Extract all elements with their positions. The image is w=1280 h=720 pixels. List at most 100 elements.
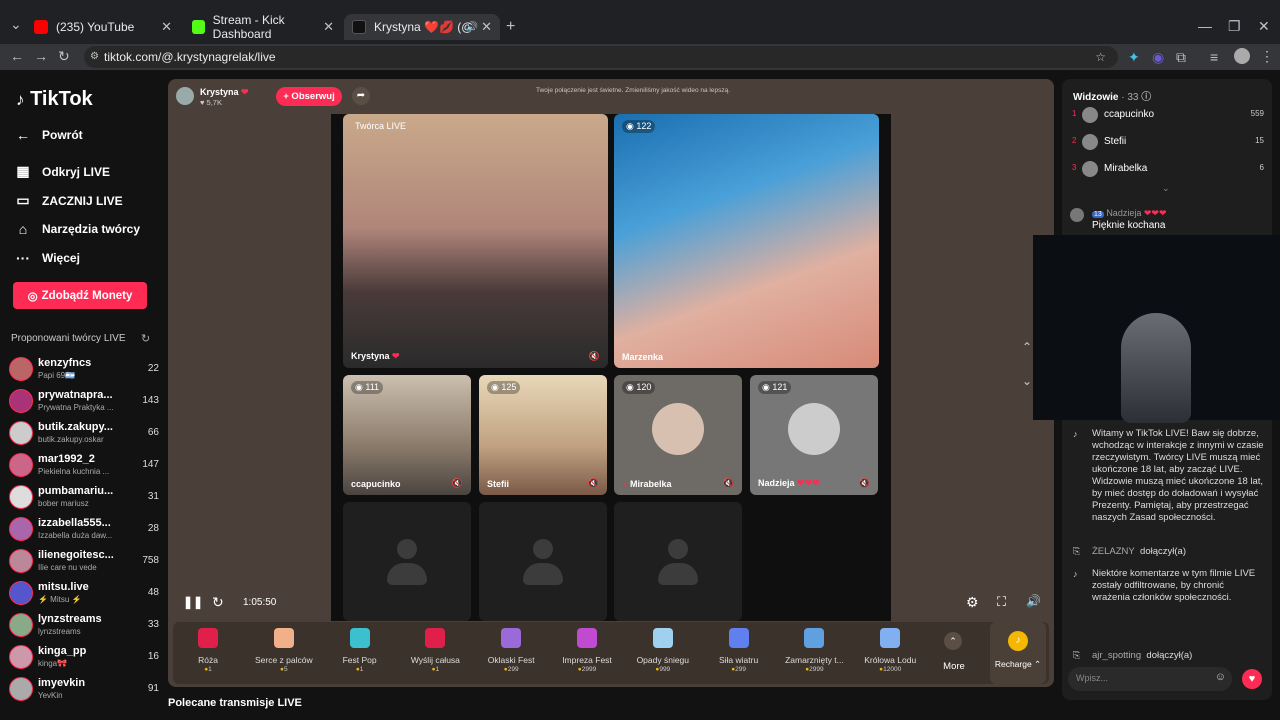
count-text: 120 bbox=[636, 382, 652, 392]
bookmark-star-icon[interactable]: ☆ bbox=[1095, 46, 1106, 68]
connection-notice: Twoje połączenie jest świetne. Zmieniliś… bbox=[536, 87, 731, 94]
extensions-puzzle-icon[interactable]: ⧉ bbox=[1176, 49, 1186, 65]
chevron-down-icon[interactable]: ⌄ bbox=[1022, 374, 1032, 388]
chat-input[interactable]: Wpisz... ☺ bbox=[1068, 667, 1232, 691]
new-tab-icon[interactable]: + bbox=[506, 19, 515, 35]
nav-start-live[interactable]: ▭ ZACZNIJ LIVE bbox=[16, 192, 122, 209]
profile-avatar[interactable] bbox=[1234, 48, 1250, 64]
suggested-creator[interactable]: mitsu.live ⚡ Mitsu ⚡ 48 bbox=[9, 579, 159, 607]
host-video-tile[interactable]: Twórca LIVE Krystyna ❤ 🔇 bbox=[343, 114, 608, 368]
tab-kick[interactable]: Stream - Kick Dashboard ✕ bbox=[184, 13, 342, 41]
media-icon[interactable]: ≡ bbox=[1210, 49, 1218, 65]
gift-item[interactable]: Siła wiatru ●299 bbox=[701, 628, 777, 673]
replay-icon[interactable]: ↻ bbox=[212, 594, 224, 611]
join-username[interactable]: ajr_spotting bbox=[1092, 650, 1141, 661]
host-avatar[interactable] bbox=[176, 87, 194, 105]
gift-item[interactable]: Opady śniegu ●999 bbox=[625, 628, 701, 673]
guest-count: ◉ 125 bbox=[487, 381, 521, 394]
info-icon[interactable]: ⓘ bbox=[1141, 92, 1151, 103]
address-bar: ← → ↻ ⚙ tiktok.com/@.krystynagrelak/live… bbox=[0, 44, 1280, 70]
gift-item[interactable]: Królowa Lodu ●12000 bbox=[852, 628, 928, 673]
close-window-icon[interactable]: ✕ bbox=[1258, 18, 1270, 34]
guest-video-tile[interactable]: ◉ 125 Stefii 🔇 bbox=[479, 375, 607, 495]
tab-tiktok[interactable]: Krystyna ❤️💋 (@kryst 🔊 ✕ bbox=[344, 14, 500, 40]
suggested-creator[interactable]: izzabella555... Izzabella duża daw... 28 bbox=[9, 515, 159, 543]
minimize-icon[interactable]: — bbox=[1198, 18, 1212, 34]
gift-item[interactable]: Oklaski Fest ●299 bbox=[473, 628, 549, 673]
site-info-icon[interactable]: ⚙ bbox=[90, 46, 99, 68]
restore-icon[interactable]: ❐ bbox=[1228, 18, 1241, 34]
back-link[interactable]: ← Powrót bbox=[16, 127, 83, 143]
host-name[interactable]: Krystyna ❤ bbox=[200, 87, 249, 98]
creator-subtitle: YevKin bbox=[38, 691, 63, 700]
suggested-creator[interactable]: prywatnapra... Prywatna Praktyka ... 143 bbox=[9, 387, 159, 415]
viewers-title-text: Widzowie bbox=[1073, 92, 1119, 103]
viewer-rank: 2 bbox=[1072, 136, 1077, 145]
top-viewer-row[interactable]: 2 Stefii 15 bbox=[1072, 132, 1264, 152]
recharge-button[interactable]: ♪ Recharge ⌃ bbox=[990, 622, 1046, 684]
suggested-creator[interactable]: kenzyfncs Papi 69🇦🇷 22 bbox=[9, 355, 159, 383]
url-field[interactable]: ⚙ tiktok.com/@.krystynagrelak/live ☆ bbox=[84, 46, 1118, 68]
tab-youtube[interactable]: (235) YouTube ✕ bbox=[26, 14, 180, 40]
forward-icon[interactable]: → bbox=[34, 48, 48, 64]
nav-discover-live[interactable]: ▦ Odkryj LIVE bbox=[16, 163, 110, 180]
top-viewer-row[interactable]: 3 Mirabelka 6 bbox=[1072, 159, 1264, 179]
guest-video-tile[interactable]: ◉ 120 ◖ Mirabelka 🔇 bbox=[614, 375, 742, 495]
suggested-creator[interactable]: pumbamariu... bober mariusz 31 bbox=[9, 483, 159, 511]
creator-viewer-count: 91 bbox=[147, 683, 159, 694]
nav-more[interactable]: ··· Więcej bbox=[16, 250, 80, 266]
gift-more-button[interactable]: More bbox=[934, 661, 974, 672]
close-tab-icon[interactable]: ✕ bbox=[161, 19, 172, 35]
fullscreen-icon[interactable]: ⛶ bbox=[997, 594, 1006, 610]
gift-item[interactable]: Wyślij całusa ●1 bbox=[397, 628, 473, 673]
pause-icon[interactable]: ❚❚ bbox=[183, 595, 203, 609]
gift-item[interactable]: Zamarznięty t... ●2999 bbox=[776, 628, 852, 673]
suggested-creator[interactable]: lynzstreams lynzstreams 33 bbox=[9, 611, 159, 639]
empty-seat[interactable] bbox=[614, 502, 742, 621]
tiktok-logo[interactable]: ♪ TikTok bbox=[16, 88, 93, 111]
join-username[interactable]: ŻELAZNY bbox=[1092, 546, 1135, 557]
gift-more-icon[interactable]: ⌃ bbox=[944, 632, 962, 650]
gift-item[interactable]: Serce z palców ●5 bbox=[246, 628, 322, 673]
tab-search-icon[interactable]: ⌄ bbox=[10, 16, 22, 32]
creator-name: lynzstreams bbox=[38, 613, 102, 625]
follow-button[interactable]: + Obserwuj bbox=[276, 87, 342, 106]
gift-item[interactable]: Róża ●1 bbox=[170, 628, 246, 673]
top-viewer-row[interactable]: 1 ccapucinko 559 bbox=[1072, 105, 1264, 125]
guest-video-tile[interactable]: ◉ 122 Marzenka bbox=[614, 114, 879, 368]
emoji-icon[interactable]: ☺ bbox=[1215, 671, 1226, 683]
extension-icon[interactable]: ◉ bbox=[1152, 49, 1164, 65]
volume-icon[interactable]: 🔊 bbox=[1026, 594, 1041, 608]
gift-item[interactable]: Fest Pop ●1 bbox=[322, 628, 398, 673]
suggested-creator[interactable]: mar1992_2 Piekielna kuchnia ... 147 bbox=[9, 451, 159, 479]
refresh-icon[interactable]: ↻ bbox=[141, 332, 150, 345]
empty-seat[interactable] bbox=[343, 502, 471, 621]
chat-username[interactable]: 13 Nadzieja ❤❤❤ bbox=[1092, 208, 1166, 219]
like-heart-button[interactable]: ♥ bbox=[1242, 669, 1262, 689]
suggested-creator[interactable]: imyevkin YevKin 91 bbox=[9, 675, 159, 703]
back-icon[interactable]: ← bbox=[10, 48, 24, 64]
nav-creator-tools[interactable]: ⌂ Narzędzia twórcy bbox=[16, 221, 140, 237]
gift-price-value: 299 bbox=[507, 666, 519, 673]
close-tab-icon[interactable]: ✕ bbox=[481, 19, 492, 35]
settings-gear-icon[interactable]: ⚙ bbox=[966, 594, 979, 611]
host-likes: ♥ 5,7K bbox=[200, 98, 222, 107]
suggested-creator[interactable]: ilienegoitesc... Ilie care nu vede 758 bbox=[9, 547, 159, 575]
gift-price: ●12000 bbox=[852, 666, 928, 673]
suggested-creator[interactable]: butik.zakupy... butik.zakupy.oskar 66 bbox=[9, 419, 159, 447]
reload-icon[interactable]: ↻ bbox=[58, 48, 70, 64]
expand-chevron-icon[interactable]: ⌄ bbox=[1162, 183, 1170, 194]
chat-message: Pięknie kochana bbox=[1092, 220, 1166, 231]
guest-video-tile[interactable]: ◉ 111 ccapucinko 🔇 bbox=[343, 375, 471, 495]
get-coins-button[interactable]: ◎ Zdobądź Monety bbox=[13, 282, 147, 309]
suggested-creator[interactable]: kinga_pp kinga🎀 16 bbox=[9, 643, 159, 671]
menu-kebab-icon[interactable]: ⋮ bbox=[1260, 48, 1274, 64]
close-tab-icon[interactable]: ✕ bbox=[323, 19, 334, 35]
empty-seat[interactable] bbox=[479, 502, 607, 621]
gift-item[interactable]: Impreza Fest ●2999 bbox=[549, 628, 625, 673]
share-icon[interactable]: ➦ bbox=[352, 87, 370, 105]
speaker-icon[interactable]: 🔊 bbox=[466, 22, 478, 33]
guest-video-tile[interactable]: ◉ 121 Nadzieja ❤❤❤ 🔇 bbox=[750, 375, 878, 495]
extension-icon[interactable]: ✦ bbox=[1128, 49, 1140, 65]
chevron-up-icon[interactable]: ⌃ bbox=[1022, 340, 1032, 354]
